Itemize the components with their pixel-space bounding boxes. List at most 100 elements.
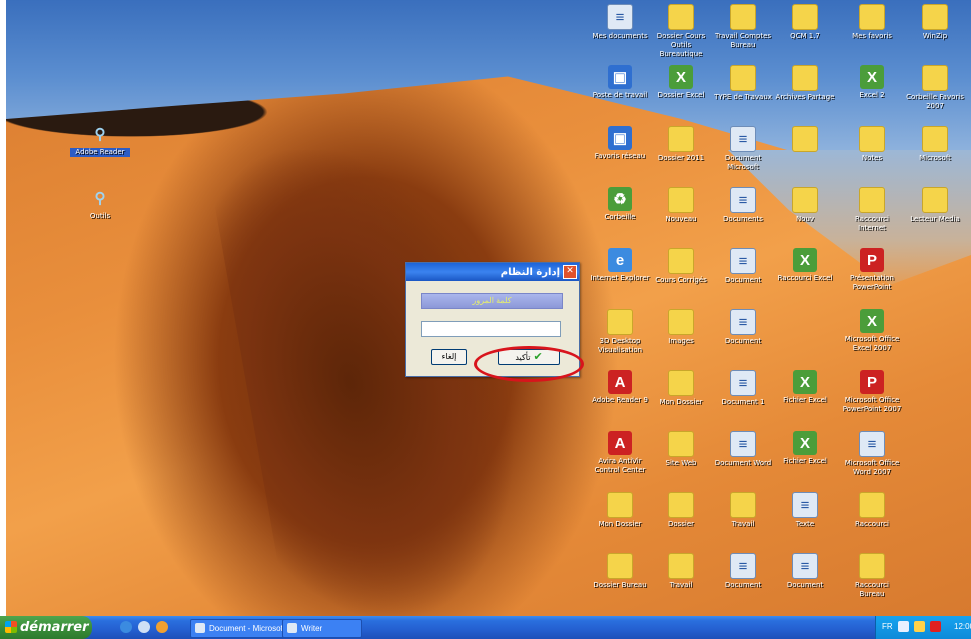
desktop-icon[interactable]: Raccourci xyxy=(842,492,902,529)
desktop-icon[interactable]: X Fichier Excel xyxy=(775,431,835,466)
desktop-icon[interactable]: ≡ Document Microsoft xyxy=(713,126,773,172)
desktop-icon-label: TYPE de Travaux xyxy=(714,93,772,101)
desktop-icon[interactable]: e Internet Explorer xyxy=(590,248,650,283)
desktop-icon[interactable]: ≡ Mes documents xyxy=(590,4,650,41)
desktop-icon[interactable]: Mon Dossier xyxy=(651,370,711,407)
folder-icon xyxy=(607,492,633,518)
desktop-icon[interactable]: P Microsoft Office PowerPoint 2007 xyxy=(842,370,902,414)
folder-icon xyxy=(792,65,818,91)
desktop-icon-label: Dossier Excel xyxy=(657,91,705,99)
desktop-icon[interactable]: 3D Desktop Visualisation xyxy=(590,309,650,355)
desktop-icon[interactable]: Dossier Bureau xyxy=(590,553,650,590)
close-icon[interactable]: ✕ xyxy=(563,265,577,279)
desktop-icon-label: Mes documents xyxy=(592,32,648,40)
excel-icon: X xyxy=(669,65,693,89)
desktop-icon[interactable]: Dossier Cours Outils Bureautique xyxy=(651,4,711,59)
speaker-icon[interactable] xyxy=(914,621,925,632)
desktop-icon[interactable]: Site Web xyxy=(651,431,711,468)
desktop-icon[interactable]: X Raccourci Excel xyxy=(775,248,835,283)
desktop-icon[interactable]: ♻ Corbeille xyxy=(590,187,650,222)
desktop-icon[interactable]: Mes favoris xyxy=(842,4,902,41)
desktop-icon[interactable] xyxy=(775,126,835,154)
document-icon: ≡ xyxy=(792,492,818,518)
desktop-icon[interactable]: Microsoft xyxy=(905,126,965,163)
dialog-titlebar[interactable]: إدارة النظام ✕ xyxy=(406,263,579,281)
desktop-icon[interactable]: Nouveau xyxy=(651,187,711,224)
document-icon: ≡ xyxy=(792,553,818,579)
desktop-icon[interactable]: ▣ Poste de travail xyxy=(590,65,650,100)
desktop-icon-label: Dossier Cours Outils Bureautique xyxy=(656,32,706,58)
desktop-icon[interactable]: ≡ Microsoft Office Word 2007 xyxy=(842,431,902,477)
desktop-icon-label: QCM 1.7 xyxy=(790,32,820,40)
desktop-icon-label: Dossier xyxy=(667,520,695,528)
cancel-button[interactable]: إلغاء xyxy=(431,349,467,365)
desktop-icon[interactable]: Travail Comptes Bureau xyxy=(713,4,773,50)
folder-icon xyxy=(668,4,694,30)
folder-icon xyxy=(668,492,694,518)
desktop-icon[interactable]: Cours Corrigés xyxy=(651,248,711,285)
folder-icon xyxy=(792,4,818,30)
desktop-icon[interactable]: ≡ Document 1 xyxy=(713,370,773,407)
powerpoint-icon: P xyxy=(860,370,884,394)
desktop-icon[interactable]: ≡ Document xyxy=(713,309,773,346)
desktop-icon-label: Document xyxy=(724,337,762,345)
desktop-icon[interactable]: X Excel 2 xyxy=(842,65,902,100)
desktop-icon[interactable]: ≡ Document Word xyxy=(713,431,773,468)
language-indicator[interactable]: FR xyxy=(882,622,893,631)
desktop-icon-label: Travail xyxy=(731,520,755,528)
start-button[interactable]: démarrer xyxy=(0,616,92,639)
desktop-icon-label: Cours Corrigés xyxy=(655,276,707,284)
desktop-icon-label: 3D Desktop Visualisation xyxy=(597,337,643,354)
desktop-icon-label: Microsoft xyxy=(919,154,951,162)
password-input[interactable] xyxy=(421,321,561,337)
desktop-icon[interactable]: Travail xyxy=(713,492,773,529)
desktop-icon[interactable]: ▣ Favoris réseau xyxy=(590,126,650,161)
password-label: كلمة المرور xyxy=(421,293,563,309)
desktop-icon[interactable]: X Microsoft Office Excel 2007 xyxy=(842,309,902,353)
desktop-icon[interactable]: Raccourci Bureau xyxy=(842,553,902,599)
desktop-icon-label: Document Word xyxy=(714,459,772,467)
desktop-icon[interactable]: Mon Dossier xyxy=(590,492,650,529)
task-label: Document - Microsoft xyxy=(209,624,286,633)
excel-icon: X xyxy=(860,309,884,333)
desktop-icon[interactable]: X Fichier Excel xyxy=(775,370,835,405)
desktop-icon[interactable]: X Dossier Excel xyxy=(651,65,711,100)
desktop-icon[interactable]: Raccourci Internet xyxy=(842,187,902,233)
desktop-icon-label: Fichier Excel xyxy=(783,396,827,404)
desktop-icon[interactable]: Archives Partage xyxy=(775,65,835,102)
desktop-icon[interactable]: P Présentation PowerPoint xyxy=(842,248,902,292)
desktop-icon[interactable]: ≡ Document xyxy=(775,553,835,590)
desktop-icon[interactable]: A Adobe Reader 9 xyxy=(590,370,650,405)
desktop-icon[interactable]: Images xyxy=(651,309,711,346)
desktop-icon[interactable]: Dossier 2011 xyxy=(651,126,711,163)
desktop-icon[interactable]: QCM 1.7 xyxy=(775,4,835,41)
desktop-icon[interactable]: Notes xyxy=(842,126,902,163)
media-quicklaunch-icon[interactable] xyxy=(156,621,168,633)
desktop-icon-label: Site Web xyxy=(665,459,697,467)
taskbar-item-writer[interactable]: Writer xyxy=(282,619,362,638)
desktop-icon[interactable]: Nouv xyxy=(775,187,835,224)
antivirus-icon[interactable] xyxy=(930,621,941,632)
desktop-icon[interactable]: ⚲ Outils xyxy=(70,186,130,221)
ie-quicklaunch-icon[interactable] xyxy=(120,621,132,633)
desktop-icon[interactable]: Dossier xyxy=(651,492,711,529)
desktop-icon[interactable]: WinZip xyxy=(905,4,965,41)
desktop-icon[interactable]: ≡ Texte xyxy=(775,492,835,529)
desktop-icon[interactable]: ⚲ Adobe Reader xyxy=(70,122,130,157)
desktop-icon[interactable]: ≡ Documents xyxy=(713,187,773,224)
desktop-icon[interactable]: Travail xyxy=(651,553,711,590)
desktop-icon[interactable]: Corbeille Favoris 2007 xyxy=(905,65,965,111)
excel-icon: X xyxy=(793,248,817,272)
desktop-icon-label: Lecteur Media xyxy=(910,215,960,223)
document-icon: ≡ xyxy=(730,309,756,335)
desktop-quicklaunch-icon[interactable] xyxy=(138,621,150,633)
desktop-icon-label: Document xyxy=(724,581,762,589)
desktop-icon[interactable]: A Avira AntiVir Control Center xyxy=(590,431,650,475)
desktop-icon[interactable]: Lecteur Media xyxy=(905,187,965,224)
desktop-icon[interactable]: TYPE de Travaux xyxy=(713,65,773,102)
desktop-icon[interactable]: ≡ Document xyxy=(713,248,773,285)
network-icon[interactable] xyxy=(898,621,909,632)
desktop-icon-label: Présentation PowerPoint xyxy=(850,274,894,291)
desktop-icon[interactable]: ≡ Document xyxy=(713,553,773,590)
taskbar-item-document[interactable]: Document - Microsoft xyxy=(190,619,295,638)
